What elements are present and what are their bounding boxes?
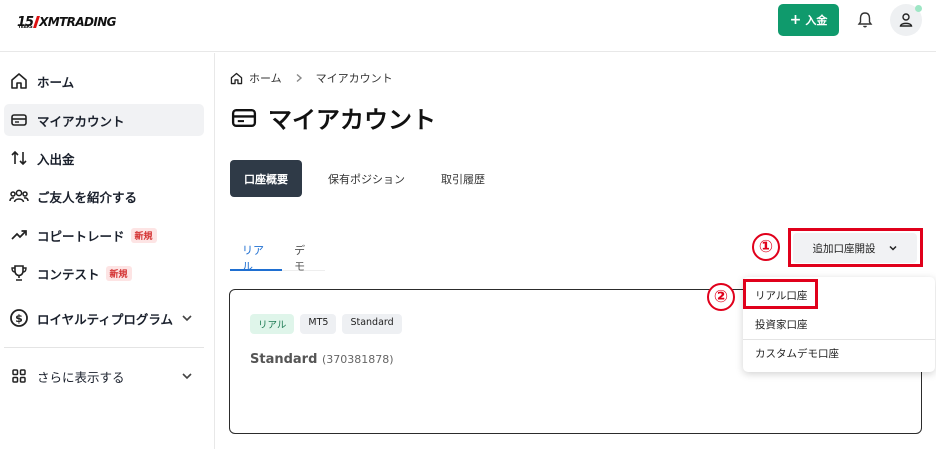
- plus-icon: +: [789, 11, 802, 28]
- user-avatar[interactable]: [890, 4, 922, 36]
- sidebar-item-label: ロイヤルティプログラム: [37, 311, 174, 327]
- sidebar-item-loyalty-program[interactable]: $ ロイヤルティプログラム: [4, 302, 204, 334]
- highlight-box-step1: [788, 228, 923, 267]
- trophy-icon: [9, 263, 29, 283]
- subtab-demo[interactable]: デモ: [282, 230, 325, 273]
- menu-item-investor-account[interactable]: 投資家口座: [755, 317, 808, 332]
- sidebar-item-label: コピートレード: [37, 228, 125, 244]
- chip-platform: MT5: [300, 314, 337, 334]
- dollar-circle-icon: $: [9, 308, 29, 328]
- page-title: マイアカウント: [230, 100, 436, 135]
- svg-text:$: $: [15, 312, 23, 325]
- deposit-button[interactable]: + 入金: [778, 4, 839, 36]
- account-id: (370381878): [321, 353, 394, 366]
- sidebar-item-my-account[interactable]: マイアカウント: [4, 104, 204, 136]
- sidebar-item-copy-trade[interactable]: コピートレード 新規: [4, 219, 204, 251]
- sidebar-item-label: ご友人を紹介する: [37, 189, 138, 205]
- grid-icon: [9, 366, 29, 386]
- account-tabs: 口座概要 保有ポジション 取引履歴: [230, 160, 499, 197]
- menu-item-custom-demo-account[interactable]: カスタムデモ口座: [755, 346, 839, 361]
- page-title-text: マイアカウント: [268, 106, 436, 134]
- sidebar-item-label: 入出金: [37, 151, 75, 167]
- sidebar-item-deposit-withdraw[interactable]: 入出金: [4, 142, 204, 174]
- xm-logo[interactable]: 15 YEARS XMTRADING: [17, 11, 117, 30]
- online-status-dot: [915, 5, 922, 12]
- tab-account-overview[interactable]: 口座概要: [230, 160, 302, 197]
- breadcrumb-current: マイアカウント: [315, 72, 393, 85]
- bell-icon[interactable]: [855, 10, 875, 30]
- chevron-down-icon[interactable]: [180, 369, 194, 383]
- sidebar-item-home[interactable]: ホーム: [4, 65, 204, 97]
- breadcrumb: ホーム マイアカウント: [230, 70, 393, 86]
- sidebar-item-refer-friend[interactable]: ご友人を紹介する: [4, 180, 204, 212]
- sidebar-item-show-more[interactable]: さらに表示する: [4, 360, 204, 392]
- new-badge: 新規: [105, 265, 132, 281]
- tab-trade-history[interactable]: 取引履歴: [427, 160, 499, 197]
- people-icon: [9, 186, 29, 206]
- account-name: Standard: [250, 352, 318, 367]
- chip-account-type: Standard: [342, 314, 402, 334]
- chevron-down-icon[interactable]: [180, 311, 194, 325]
- sidebar-item-label: マイアカウント: [37, 113, 125, 129]
- transfer-arrows-icon: [9, 148, 29, 168]
- dropdown-divider: [743, 339, 935, 340]
- chip-real: リアル: [250, 314, 295, 334]
- sidebar-item-label: さらに表示する: [37, 369, 125, 385]
- new-badge: 新規: [130, 227, 157, 243]
- card-icon: [231, 108, 257, 127]
- sidebar-divider: [4, 347, 204, 348]
- logo-years: YEARS: [18, 24, 33, 29]
- breadcrumb-home[interactable]: ホーム: [249, 70, 282, 86]
- sidebar-item-label: コンテスト: [37, 266, 100, 282]
- chevron-right-icon: [296, 73, 302, 83]
- highlight-box-step2: [743, 279, 818, 309]
- subtab-real[interactable]: リアル: [230, 230, 283, 273]
- logo-text: XMTRADING: [39, 15, 116, 29]
- account-type-tabs: リアル デモ: [230, 230, 325, 273]
- trend-up-icon: [9, 225, 29, 245]
- deposit-label: 入金: [805, 14, 828, 27]
- sidebar-item-label: ホーム: [37, 74, 75, 90]
- account-title: Standard (370381878): [250, 352, 394, 367]
- account-chips: リアル MT5 Standard: [250, 314, 402, 334]
- tab-open-positions[interactable]: 保有ポジション: [314, 160, 419, 197]
- sidebar: ホーム マイアカウント 入出金 ご友人を紹介する コピートレード 新規 コンテス…: [0, 53, 215, 449]
- top-header: 15 YEARS XMTRADING + 入金: [0, 0, 936, 52]
- user-icon: [899, 13, 913, 27]
- home-icon: [9, 71, 29, 91]
- card-icon: [9, 110, 29, 130]
- sidebar-item-contest[interactable]: コンテスト 新規: [4, 257, 204, 289]
- home-icon[interactable]: [230, 72, 243, 85]
- step-marker-2: ②: [707, 283, 735, 311]
- step-marker-1: ①: [752, 233, 780, 261]
